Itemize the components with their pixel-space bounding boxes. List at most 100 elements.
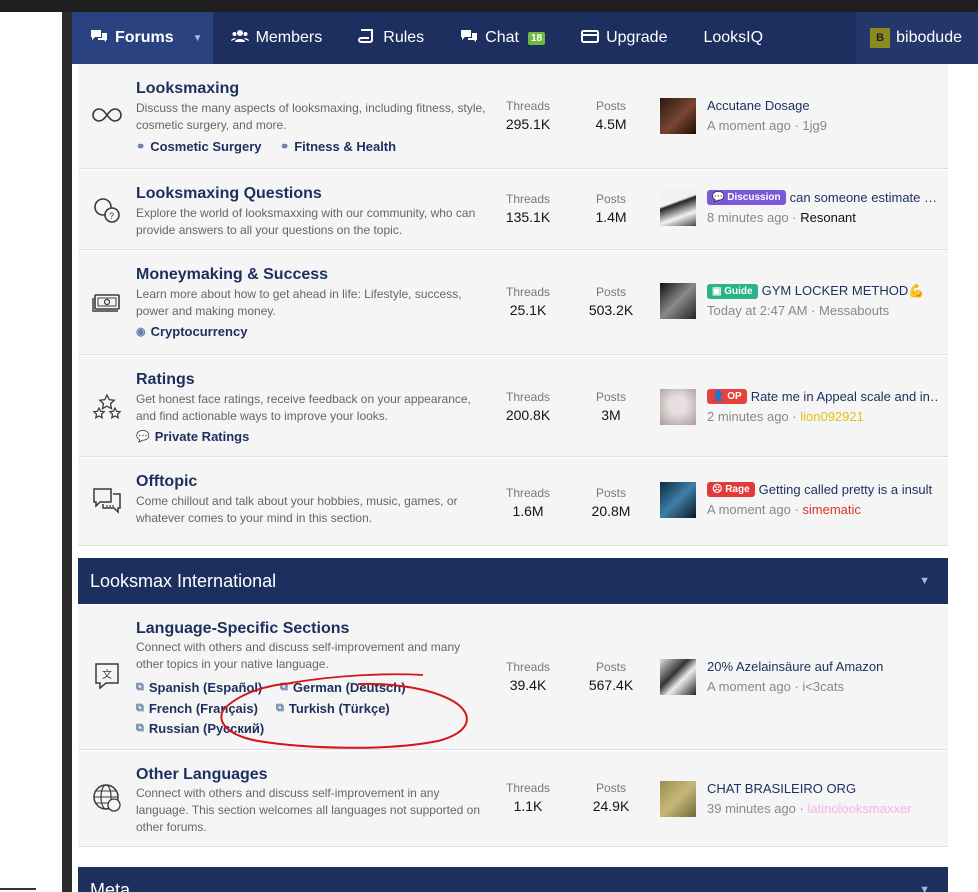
node-description: Learn more about how to get ahead in lif… bbox=[136, 287, 462, 318]
posts-count: 20.8M bbox=[591, 503, 631, 519]
node-title[interactable]: Language-Specific Sections bbox=[136, 620, 349, 638]
last-post-user[interactable]: Resonant bbox=[800, 210, 856, 225]
last-post-title[interactable]: 👤 OP Rate me in Appeal scale and in… bbox=[707, 389, 937, 404]
last-post-title-text: 20% Azelainsäure auf Amazon bbox=[707, 659, 884, 674]
avatar[interactable] bbox=[660, 482, 696, 518]
last-post-title-text: GYM LOCKER METHOD💪 bbox=[761, 283, 925, 298]
last-post-title[interactable]: CHAT BRASILEIRO ORG bbox=[707, 781, 937, 796]
last-post-time: 8 minutes ago bbox=[707, 210, 789, 225]
posts-stat: Posts 1.4M bbox=[576, 192, 646, 225]
last-post-title[interactable]: ☹ Rage Getting called pretty is a insult bbox=[707, 482, 937, 497]
node-title[interactable]: Moneymaking & Success bbox=[136, 266, 328, 284]
threads-stat: Threads 1.1K bbox=[493, 781, 563, 814]
translate-icon: 文 bbox=[92, 661, 122, 691]
subforum-link[interactable]: 💬 Private Ratings bbox=[136, 429, 249, 444]
avatar[interactable] bbox=[660, 659, 696, 695]
posts-count: 567.4K bbox=[588, 677, 634, 693]
node-description: Get honest face ratings, receive feedbac… bbox=[136, 392, 471, 423]
subforum-link[interactable]: ⚭ Fitness & Health bbox=[280, 139, 396, 154]
posts-label: Posts bbox=[595, 192, 626, 206]
annotation-circle bbox=[220, 673, 468, 749]
subforum-link[interactable]: ⚭ Cosmetic Surgery bbox=[136, 139, 261, 154]
question-bubbles-icon: ? bbox=[92, 196, 122, 226]
subforum-label: Private Ratings bbox=[154, 429, 250, 444]
nav-looksiq[interactable]: LooksIQ bbox=[685, 12, 781, 64]
last-post-time: A moment ago bbox=[707, 118, 791, 133]
collapse-toggle-icon[interactable]: ▼ bbox=[919, 575, 930, 587]
avatar[interactable] bbox=[660, 283, 696, 319]
posts-stat: Posts 503.2K bbox=[576, 285, 646, 318]
nav-rules[interactable]: Rules bbox=[340, 12, 442, 64]
scroll-icon bbox=[358, 29, 376, 47]
prefix-badge: 👤 OP bbox=[707, 389, 747, 404]
avatar[interactable] bbox=[660, 98, 696, 134]
forum-node-other-languages: Other Languages Connect with others and … bbox=[78, 751, 948, 847]
posts-count: 1.4M bbox=[595, 209, 627, 225]
node-title[interactable]: Other Languages bbox=[136, 766, 268, 784]
last-post-title-text: Rate me in Appeal scale and in… bbox=[750, 389, 937, 404]
last-post-title[interactable]: 20% Azelainsäure auf Amazon bbox=[707, 659, 937, 674]
avatar[interactable] bbox=[660, 389, 696, 425]
category-title: Looksmax International bbox=[90, 570, 277, 591]
last-post-user[interactable]: 1jg9 bbox=[802, 118, 827, 133]
node-title[interactable]: Looksmaxing Questions bbox=[136, 185, 322, 203]
top-strip bbox=[0, 0, 978, 12]
last-post-user[interactable]: i<3cats bbox=[802, 679, 844, 694]
prefix-badge: ☹ Rage bbox=[707, 482, 755, 497]
posts-stat: Posts 4.5M bbox=[576, 99, 646, 132]
threads-count: 1.1K bbox=[513, 798, 543, 814]
nav-rules-label: Rules bbox=[383, 29, 425, 46]
prefix-badge: 💬 Discussion bbox=[707, 190, 786, 205]
nav-forums[interactable]: Forums ▼ bbox=[72, 12, 213, 64]
nav-upgrade[interactable]: Upgrade bbox=[563, 12, 685, 64]
threads-label: Threads bbox=[505, 660, 551, 674]
threads-stat: Threads 135.1K bbox=[493, 192, 563, 225]
posts-label: Posts bbox=[595, 486, 626, 500]
category-header[interactable]: Looksmax International ▼ bbox=[78, 558, 948, 604]
nav-upgrade-label: Upgrade bbox=[606, 29, 668, 46]
last-post-user[interactable]: simematic bbox=[802, 502, 861, 517]
last-post-title[interactable]: ▣ Guide GYM LOCKER METHOD💪 bbox=[707, 283, 937, 299]
last-post-meta: 39 minutes ago · latinolooksmaxxer bbox=[707, 801, 912, 816]
posts-label: Posts bbox=[595, 390, 626, 404]
node-description: Explore the world of looksmaxxing with o… bbox=[136, 206, 476, 237]
infinity-icon bbox=[92, 100, 122, 130]
posts-stat: Posts 567.4K bbox=[576, 660, 646, 693]
subforum-icon: ⧉ bbox=[136, 702, 144, 714]
threads-label: Threads bbox=[505, 285, 551, 299]
last-post-title[interactable]: 💬 Discussion can someone estimate … bbox=[707, 190, 937, 205]
chat-icon: 💬 bbox=[136, 431, 150, 443]
subforum-icon: ⧉ bbox=[136, 681, 144, 693]
subforum-link[interactable]: ◉ Cryptocurrency bbox=[136, 324, 247, 339]
last-post-time: 39 minutes ago bbox=[707, 801, 796, 816]
user-menu[interactable]: B bibodude bbox=[856, 12, 978, 64]
threads-label: Threads bbox=[505, 192, 551, 206]
threads-label: Threads bbox=[505, 781, 551, 795]
prefix-badge: ▣ Guide bbox=[707, 283, 758, 299]
threads-label: Threads bbox=[505, 99, 551, 113]
posts-label: Posts bbox=[595, 781, 626, 795]
forum-list: Looksmaxing Discuss the many aspects of … bbox=[72, 64, 978, 892]
last-post-user[interactable]: lion092921 bbox=[800, 409, 864, 424]
threads-count: 200.8K bbox=[505, 407, 551, 423]
avatar: B bbox=[870, 28, 891, 48]
avatar[interactable] bbox=[660, 781, 696, 817]
threads-count: 39.4K bbox=[509, 677, 547, 693]
globe-icon bbox=[92, 783, 122, 813]
nav-members[interactable]: Members bbox=[213, 12, 341, 64]
prefix-label: OP bbox=[727, 391, 742, 402]
subforum-label: Cryptocurrency bbox=[150, 324, 248, 339]
node-title[interactable]: Looksmaxing bbox=[136, 80, 239, 98]
chevron-down-icon[interactable]: ▼ bbox=[193, 33, 203, 44]
nav-chat[interactable]: Chat 18 bbox=[442, 12, 563, 64]
avatar[interactable] bbox=[660, 190, 696, 226]
money-icon bbox=[92, 287, 122, 317]
last-post-user[interactable]: Messabouts bbox=[819, 303, 889, 318]
node-title[interactable]: Ratings bbox=[136, 371, 195, 389]
node-title[interactable]: Offtopic bbox=[136, 473, 197, 491]
collapse-toggle-icon[interactable]: ▼ bbox=[919, 884, 930, 892]
last-post-title[interactable]: Accutane Dosage bbox=[707, 98, 937, 113]
category-header[interactable]: Meta ▼ bbox=[78, 867, 948, 892]
last-post-user[interactable]: latinolooksmaxxer bbox=[807, 801, 911, 816]
last-post-title-text: Accutane Dosage bbox=[707, 98, 810, 113]
